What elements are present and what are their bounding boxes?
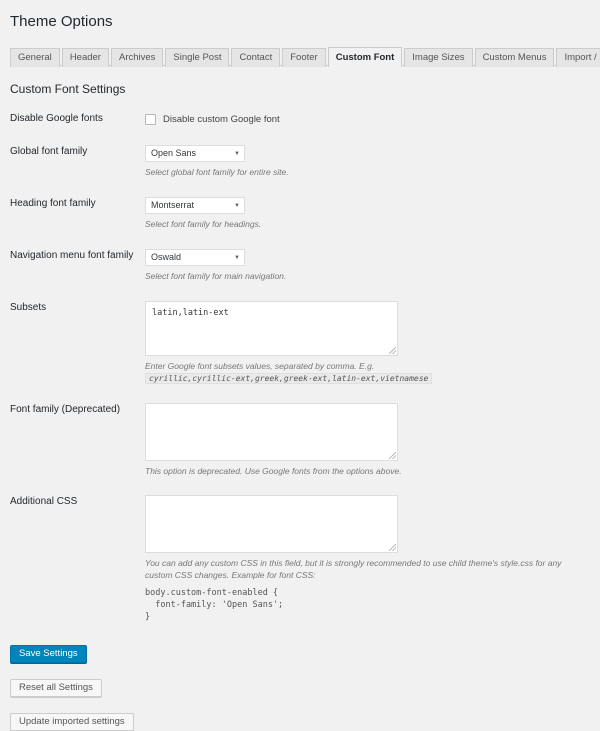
- field-row-disable-google-fonts: Disable Google fonts Disable custom Goog…: [0, 112, 600, 126]
- navigation-font-family-select[interactable]: Oswald ▼: [145, 249, 245, 266]
- tab-footer[interactable]: Footer: [282, 48, 326, 67]
- save-settings-button[interactable]: Save Settings: [10, 645, 87, 663]
- desc-subsets-code: cyrillic,cyrillic-ext,greek,greek-ext,la…: [145, 373, 433, 384]
- field-row-subsets: Subsets latin,latin-ext Enter Google fon…: [0, 301, 600, 385]
- label-disable-google-fonts: Disable Google fonts: [10, 113, 103, 124]
- field-row-heading-font-family: Heading font family Montserrat ▼ Select …: [0, 197, 600, 230]
- global-font-family-select[interactable]: Open Sans ▼: [145, 145, 245, 162]
- resize-grip-icon[interactable]: [389, 347, 396, 354]
- desc-additional-css: You can add any custom CSS in this field…: [145, 558, 562, 580]
- label-additional-css: Additional CSS: [10, 496, 78, 507]
- desc-navigation-font-family: Select font family for main navigation.: [145, 271, 287, 281]
- global-font-family-value: Open Sans: [151, 148, 197, 158]
- subsets-textarea[interactable]: latin,latin-ext: [145, 301, 398, 356]
- additional-css-code-example: body.custom-font-enabled { font-family: …: [145, 588, 284, 622]
- label-heading-font-family: Heading font family: [10, 198, 96, 209]
- label-navigation-font-family: Navigation menu font family: [10, 250, 134, 261]
- update-imported-settings-button[interactable]: Update imported settings: [10, 713, 134, 731]
- font-family-deprecated-textarea[interactable]: [145, 403, 398, 461]
- tab-bar: General Header Archives Single Post Contact F…: [10, 46, 600, 67]
- desc-font-family-deprecated: This option is deprecated. Use Google fo…: [145, 466, 402, 476]
- tab-image-sizes[interactable]: Image Sizes: [404, 48, 473, 67]
- desc-heading-font-family: Select font family for headings.: [145, 219, 262, 229]
- additional-css-textarea[interactable]: [145, 495, 398, 553]
- chevron-down-icon: ▼: [234, 202, 240, 209]
- desc-subsets-text: Enter Google font subsets values, separa…: [145, 361, 375, 371]
- tab-single-post[interactable]: Single Post: [165, 48, 230, 67]
- tab-archives[interactable]: Archives: [110, 48, 164, 67]
- heading-font-family-select[interactable]: Montserrat ▼: [145, 197, 245, 214]
- resize-grip-icon[interactable]: [389, 452, 396, 459]
- update-imported-settings-row: Update imported settings: [10, 713, 600, 731]
- tab-custom-menus[interactable]: Custom Menus: [474, 48, 555, 67]
- chevron-down-icon: ▼: [234, 150, 240, 157]
- disable-google-fonts-checkbox[interactable]: [145, 113, 156, 125]
- field-row-global-font-family: Global font family Open Sans ▼ Select gl…: [0, 145, 600, 178]
- label-font-family-deprecated: Font family (Deprecated): [10, 404, 121, 415]
- field-row-font-family-deprecated: Font family (Deprecated) This option is …: [0, 403, 600, 477]
- save-settings-row: Save Settings: [10, 645, 600, 663]
- field-row-navigation-font-family: Navigation menu font family Oswald ▼ Sel…: [0, 249, 600, 282]
- field-row-additional-css: Additional CSS You can add any custom CS…: [0, 495, 600, 623]
- resize-grip-icon[interactable]: [389, 544, 396, 551]
- subsets-value: latin,latin-ext: [152, 308, 229, 318]
- tab-header[interactable]: Header: [61, 48, 109, 67]
- label-global-font-family: Global font family: [10, 146, 88, 157]
- settings-form: Disable Google fonts Disable custom Goog…: [0, 112, 600, 623]
- desc-global-font-family: Select global font family for entire sit…: [145, 167, 289, 177]
- reset-settings-row: Reset all Settings: [10, 679, 600, 697]
- reset-all-settings-button[interactable]: Reset all Settings: [10, 679, 102, 697]
- chevron-down-icon: ▼: [234, 254, 240, 261]
- tab-general[interactable]: General: [10, 48, 60, 67]
- desc-subsets: Enter Google font subsets values, separa…: [145, 360, 585, 385]
- heading-font-family-value: Montserrat: [151, 200, 195, 210]
- disable-google-fonts-checkbox-label[interactable]: Disable custom Google font: [163, 114, 280, 125]
- tab-contact[interactable]: Contact: [231, 48, 281, 67]
- navigation-font-family-value: Oswald: [151, 252, 182, 262]
- section-heading: Custom Font Settings: [10, 82, 126, 96]
- tab-import-export[interactable]: Import / Export: [556, 48, 600, 67]
- label-subsets: Subsets: [10, 302, 47, 313]
- tab-custom-font[interactable]: Custom Font: [327, 47, 403, 67]
- page-title: Theme Options: [10, 13, 113, 30]
